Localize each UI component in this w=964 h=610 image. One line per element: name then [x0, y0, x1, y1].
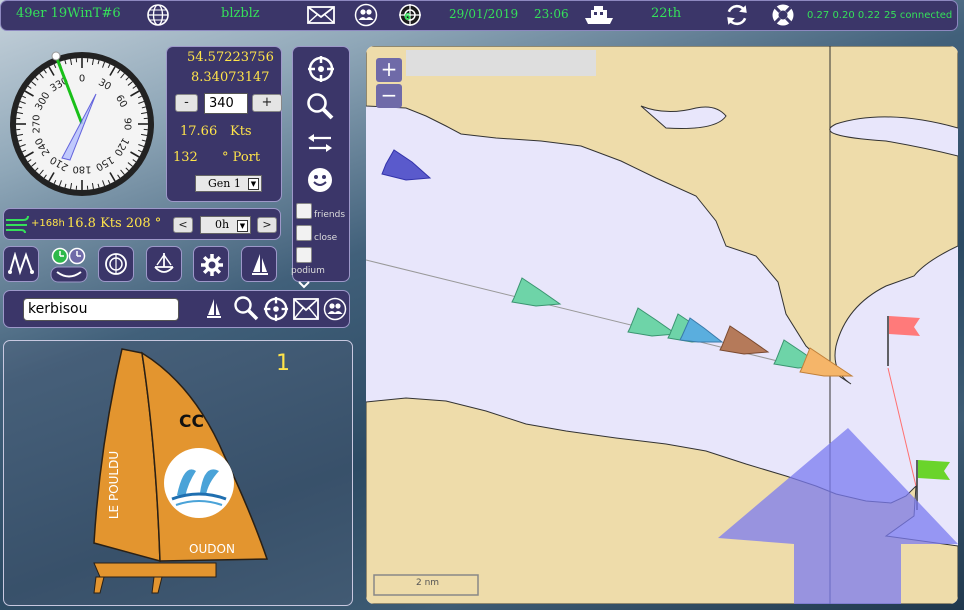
compass-label: 90	[122, 118, 133, 131]
twa-unit: ° Port	[222, 150, 261, 165]
race-name: 49er 19WinT#6	[16, 6, 121, 21]
close-checkbox[interactable]	[296, 225, 312, 241]
sail-text-cc: CC	[179, 412, 204, 432]
dashboard-button[interactable]	[98, 246, 134, 282]
podium-label: podium	[291, 266, 325, 276]
speed-unit: Kts	[230, 124, 252, 139]
compass-label: 180	[72, 164, 91, 175]
friends-icon[interactable]	[354, 3, 378, 27]
chevron-down-icon[interactable]	[298, 281, 310, 289]
smiley-icon[interactable]	[307, 167, 333, 193]
message-player-icon[interactable]	[293, 297, 319, 321]
top-bar: 49er 19WinT#6 blzblz 6 29/01/2019 23:06 …	[0, 0, 958, 31]
date-display: 29/01/2019	[449, 7, 519, 21]
podium-checkbox[interactable]	[296, 247, 312, 263]
globe-icon[interactable]	[146, 3, 170, 27]
wind-handle[interactable]	[51, 51, 61, 61]
compass-label: 0	[79, 74, 85, 85]
race-map[interactable]: + − 2 nm	[366, 46, 958, 604]
sail-select[interactable]: Gen 1 ▼	[195, 175, 262, 192]
sail-text-oudon: OUDON	[189, 542, 235, 556]
friends-label: friends	[314, 210, 346, 220]
boat-rank-number: 1	[276, 351, 290, 376]
add-friend-icon[interactable]	[323, 297, 347, 321]
gear-icon	[201, 254, 223, 276]
zoom-in-button[interactable]: +	[376, 58, 402, 82]
sails-button[interactable]	[241, 246, 277, 282]
sailboat-icon[interactable]	[206, 297, 222, 321]
heading-input[interactable]: 340	[204, 93, 248, 114]
forecast-horizon: +168h	[31, 218, 65, 229]
longitude: 8.34073147	[191, 70, 270, 85]
wind-forecast-panel: +168h 16.8 Kts 208 ° < 0h ▼ >	[3, 208, 281, 240]
boat-preview-panel: 1 CC LE POULDU OUDON	[3, 340, 353, 606]
boat-shop-icon[interactable]	[583, 3, 617, 27]
wind-icon	[6, 215, 29, 234]
polar-button[interactable]	[3, 246, 39, 282]
search-zoom-icon[interactable]	[305, 91, 335, 121]
autopilot-clock-icon	[50, 247, 88, 283]
heading-minus-button[interactable]: -	[175, 94, 198, 112]
settings-button[interactable]	[193, 246, 229, 282]
search-icon[interactable]	[233, 295, 259, 321]
forecast-prev-button[interactable]: <	[173, 217, 193, 233]
zoom-out-button[interactable]: −	[376, 84, 402, 108]
forecast-next-button[interactable]: >	[257, 217, 277, 233]
twa-value: 132	[173, 150, 198, 165]
boat-sail-image: CC LE POULDU OUDON	[93, 348, 269, 594]
heading-plus-button[interactable]: +	[252, 94, 282, 112]
sailboat-icon	[252, 254, 268, 275]
sextant-icon	[154, 253, 174, 273]
mail-icon[interactable]	[306, 3, 336, 27]
forecast-time-select[interactable]: 0h ▼	[200, 216, 251, 234]
player-name: blzblz	[221, 6, 260, 21]
latitude: 54.57223756	[187, 50, 274, 65]
refresh-icon[interactable]	[724, 2, 750, 28]
locate-player-icon[interactable]	[263, 296, 289, 322]
time-display: 23:06	[534, 7, 569, 21]
friends-checkbox[interactable]	[296, 203, 312, 219]
connected-count: 25 connected	[884, 10, 953, 21]
swap-arrows-icon[interactable]	[306, 131, 334, 155]
sail-text-le-pouldu: LE POULDU	[107, 451, 121, 519]
map-canvas[interactable]	[366, 46, 958, 604]
chevron-down-icon: ▼	[248, 178, 259, 190]
stats-display: 0.27 0.20 0.22	[807, 10, 881, 21]
notification-badge: 6	[404, 12, 411, 23]
route-zigzag-icon	[8, 252, 34, 276]
sextant-button[interactable]	[146, 246, 182, 282]
compass-dial[interactable]: 0 306090120150180210240270300330	[8, 50, 156, 198]
compass-label: 270	[32, 114, 43, 133]
player-search-panel: kerbisou	[3, 290, 350, 328]
position-panel: 54.57223756 8.34073147 - 340 + 17.66 Kts…	[166, 46, 282, 202]
rank-display: 22th	[651, 6, 682, 21]
boat-speed: 17.66	[180, 124, 218, 139]
map-info-box	[406, 50, 596, 76]
map-tools-panel: friends close podium	[291, 46, 350, 289]
scale-label: 2 nm	[416, 578, 440, 588]
chevron-down-icon: ▼	[237, 220, 248, 232]
player-search-input[interactable]: kerbisou	[23, 298, 179, 321]
sail-select-value: Gen 1	[208, 177, 241, 190]
forecast-time-value: 0h	[215, 218, 230, 231]
wind-speed-direction: 16.8 Kts 208 °	[67, 216, 162, 231]
autopilot-button[interactable]	[48, 246, 90, 284]
center-boat-icon[interactable]	[307, 55, 335, 83]
close-label: close	[314, 233, 338, 243]
lifebuoy-icon[interactable]	[771, 3, 795, 27]
gauge-icon	[105, 253, 127, 275]
